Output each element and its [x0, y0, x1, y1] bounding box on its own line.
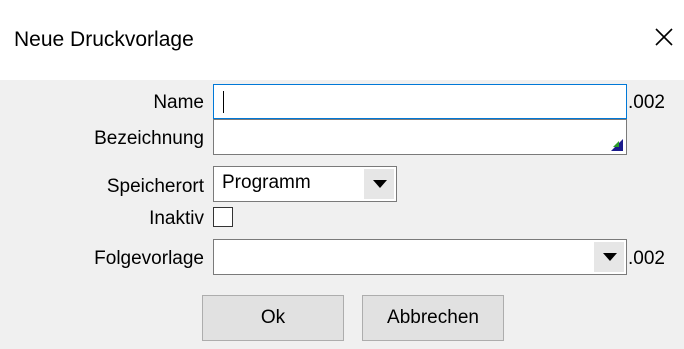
inaktiv-label: Inaktiv [149, 208, 204, 229]
cancel-button[interactable]: Abbrechen [362, 295, 504, 341]
speicherort-dropdown-button[interactable] [364, 169, 394, 199]
name-suffix: .002 [628, 92, 665, 113]
name-label: Name [153, 92, 204, 113]
multilanguage-corner-accent [613, 141, 619, 147]
ok-button[interactable]: Ok [202, 295, 344, 341]
inaktiv-checkbox[interactable] [213, 207, 233, 227]
folgevorlage-select[interactable] [213, 239, 627, 275]
folgevorlage-label: Folgevorlage [94, 248, 204, 269]
name-input[interactable] [213, 84, 627, 119]
chevron-down-icon [373, 180, 387, 188]
speicherort-select[interactable]: Programm [213, 166, 397, 202]
folgevorlage-dropdown-button[interactable] [594, 242, 624, 272]
close-icon[interactable] [651, 24, 677, 50]
speicherort-label: Speicherort [106, 176, 204, 197]
dialog-title: Neue Druckvorlage [14, 28, 194, 51]
bezeichnung-input[interactable] [213, 119, 627, 155]
chevron-down-icon [603, 253, 617, 261]
bezeichnung-label: Bezeichnung [94, 128, 204, 149]
text-caret [223, 91, 224, 113]
folgevorlage-suffix: .002 [628, 248, 665, 269]
speicherort-value: Programm [222, 172, 311, 193]
title-bar: Neue Druckvorlage [0, 0, 684, 80]
